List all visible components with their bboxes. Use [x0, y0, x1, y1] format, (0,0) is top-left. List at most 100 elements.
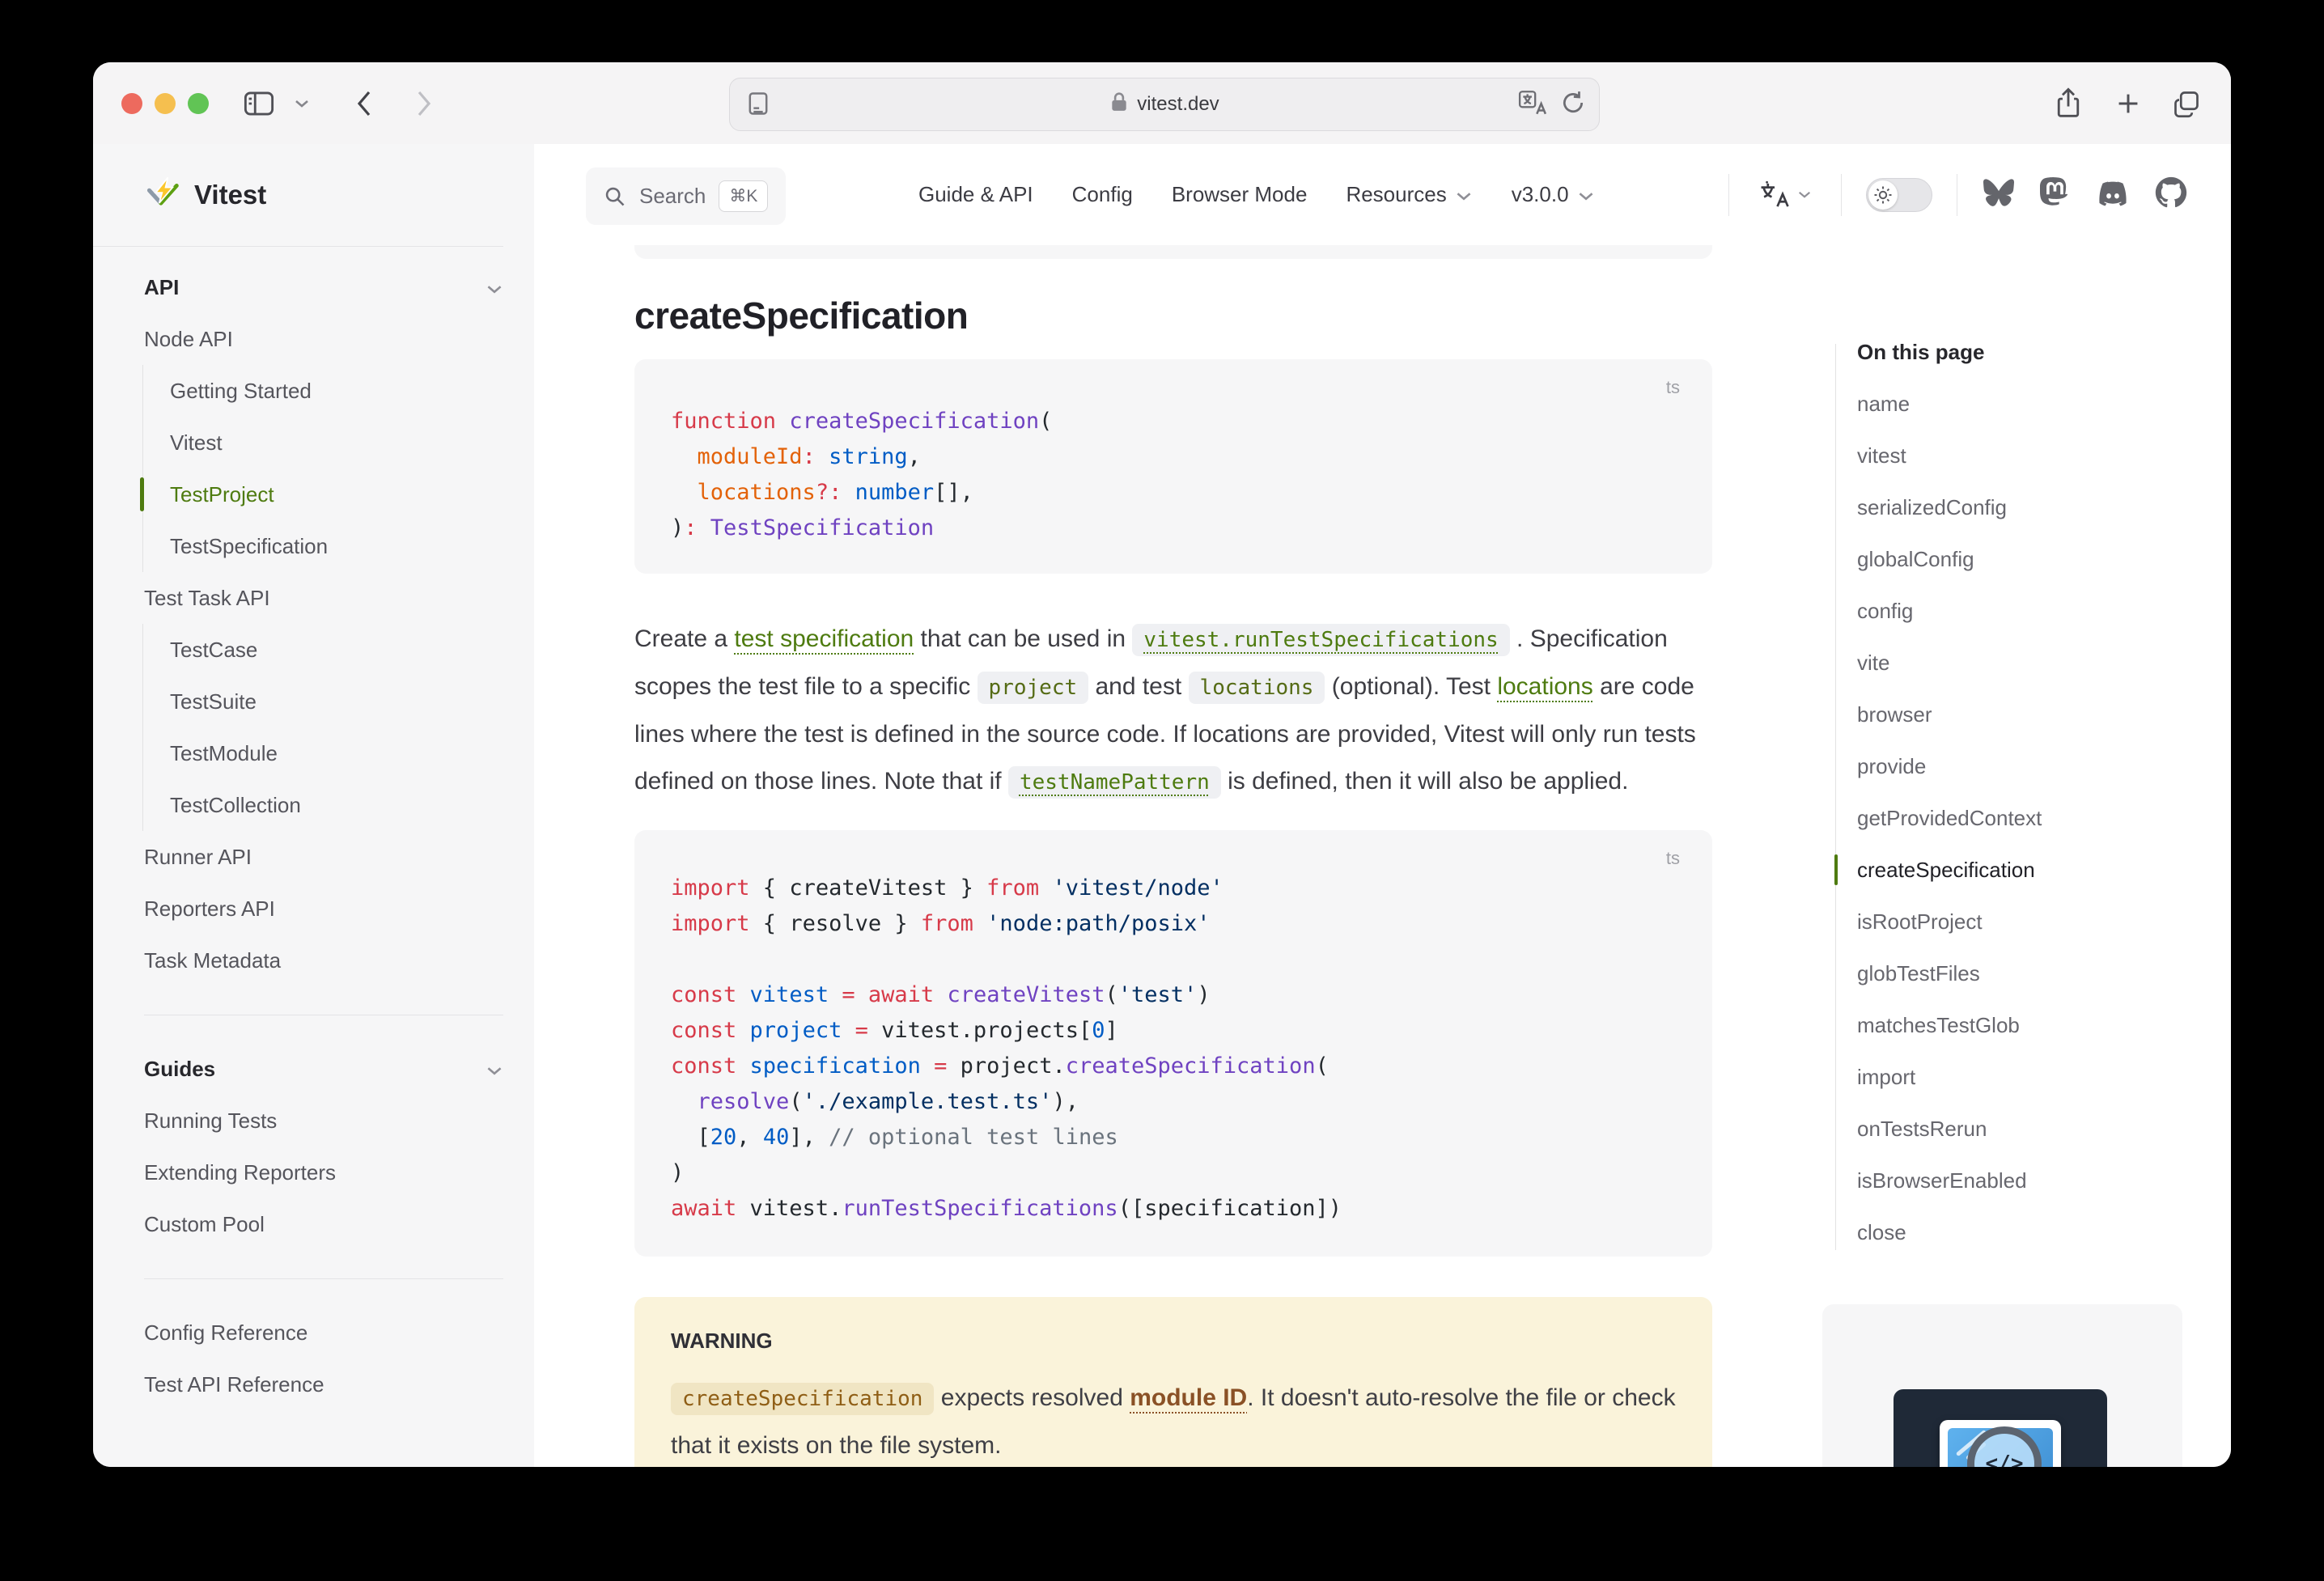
outline-item-isbrowserenabled[interactable]: isBrowserEnabled — [1857, 1155, 2224, 1206]
bluesky-link[interactable] — [1982, 177, 2016, 212]
sidebar-item-node-api[interactable]: Node API — [144, 313, 503, 365]
text-run: is defined, then it will also be applied… — [1221, 768, 1629, 795]
outline-item-getprovidedcontext[interactable]: getProvidedContext — [1857, 792, 2224, 844]
sidebar-item-testcollection[interactable]: TestCollection — [170, 779, 503, 831]
translate-page-icon[interactable] — [1518, 90, 1547, 120]
sidebar-item-custom-pool[interactable]: Custom Pool — [144, 1198, 503, 1250]
code-language-badge: ts — [1666, 377, 1680, 398]
sidebar-item-reporters-api[interactable]: Reporters API — [144, 883, 503, 935]
url-text: vitest.dev — [1137, 93, 1219, 116]
site-logo-text: Vitest — [194, 180, 266, 210]
sidebar-section-label: Guides — [144, 1057, 215, 1082]
nav-label: Resources — [1346, 182, 1446, 207]
zoom-window-button[interactable] — [188, 93, 209, 114]
mastodon-link[interactable] — [2040, 176, 2071, 213]
outline-item-globalconfig[interactable]: globalConfig — [1857, 533, 2224, 585]
minimize-window-button[interactable] — [155, 93, 176, 114]
top-nav: Guide & API Config Browser Mode Resources v3… — [918, 144, 1595, 245]
outline-item-isrootproject[interactable]: isRootProject — [1857, 896, 2224, 947]
outline-item-serializedconfig[interactable]: serializedConfig — [1857, 481, 2224, 533]
sidebar-section-label: API — [144, 275, 179, 300]
sidebar-divider — [144, 986, 503, 1043]
search-icon — [604, 185, 626, 208]
new-tab-button[interactable] — [2110, 85, 2147, 122]
sidebar-item-task-metadata[interactable]: Task Metadata — [144, 935, 503, 986]
github-link[interactable] — [2155, 176, 2187, 213]
outline-marker-track — [1835, 344, 1836, 1250]
sidebar-item-extending-reporters[interactable]: Extending Reporters — [144, 1147, 503, 1198]
share-button[interactable] — [2050, 85, 2087, 122]
outline-item-ontestsrerun[interactable]: onTestsRerun — [1857, 1103, 2224, 1155]
sidebar-item-testmodule[interactable]: TestModule — [170, 727, 503, 779]
nav-resources[interactable]: Resources — [1346, 182, 1472, 207]
outline-item-close[interactable]: close — [1857, 1206, 2224, 1258]
sidebar-item-test-api-reference[interactable]: Test API Reference — [144, 1358, 503, 1410]
forward-arrow-icon — [415, 89, 433, 118]
outline-item-globtestfiles[interactable]: globTestFiles — [1857, 947, 2224, 999]
back-button[interactable] — [346, 85, 383, 122]
nav-v3-0-0[interactable]: v3.0.0 — [1512, 182, 1595, 207]
code-block-example: ts import { createVitest } from 'vitest/… — [634, 830, 1712, 1257]
site-logo[interactable]: Vitest — [93, 144, 503, 247]
sidebar-toggle-button[interactable] — [240, 85, 278, 122]
sidebar-nav: API Node APIGetting StartedVitestTestProj… — [93, 247, 534, 1410]
sidebar-item-vitest[interactable]: Vitest — [170, 417, 503, 468]
outline-title: On this page — [1857, 326, 2224, 378]
outline-item-vite[interactable]: vite — [1857, 637, 2224, 689]
code-signature[interactable]: function createSpecification( moduleId: … — [671, 404, 1680, 546]
theme-toggle[interactable] — [1866, 178, 1932, 212]
outline-item-name[interactable]: name — [1857, 378, 2224, 430]
outline-item-createspecification[interactable]: createSpecification — [1857, 844, 2224, 896]
site-header: Search ⌘K Guide & API Config Browser Mode R… — [534, 144, 2231, 246]
text-run: Create a — [634, 625, 734, 652]
sidebar-item-running-tests[interactable]: Running Tests — [144, 1095, 503, 1147]
sponsor-ad-image: </> — [1894, 1389, 2107, 1467]
reload-icon[interactable] — [1560, 90, 1586, 120]
nav-browser-mode[interactable]: Browser Mode — [1172, 182, 1308, 207]
sidebar-item-getting-started[interactable]: Getting Started — [170, 365, 503, 417]
outline-item-provide[interactable]: provide — [1857, 740, 2224, 792]
outline-item-matchestestglob[interactable]: matchesTestGlob — [1857, 999, 2224, 1051]
inline-link[interactable]: vitest.runTestSpecifications — [1132, 624, 1509, 656]
code-example[interactable]: import { createVitest } from 'vitest/nod… — [671, 871, 1680, 1227]
browser-window: vitest.dev — [93, 62, 2231, 1467]
inline-link[interactable]: module ID — [1130, 1384, 1247, 1411]
inline-link[interactable]: testNamePattern — [1008, 766, 1221, 799]
text-run: expects resolved — [934, 1384, 1130, 1411]
sidebar-nested-group: TestCaseTestSuiteTestModuleTestCollectio… — [142, 624, 503, 831]
outline-item-import[interactable]: import — [1857, 1051, 2224, 1103]
back-arrow-icon — [355, 89, 373, 118]
sidebar-item-testcase[interactable]: TestCase — [170, 624, 503, 676]
close-window-button[interactable] — [121, 93, 142, 114]
chevron-down-icon — [1797, 190, 1812, 199]
outline-item-browser[interactable]: browser — [1857, 689, 2224, 740]
github-icon — [2155, 176, 2187, 209]
sidebar-item-test-task-api[interactable]: Test Task API — [144, 572, 503, 624]
sidebar-item-testsuite[interactable]: TestSuite — [170, 676, 503, 727]
sidebar-section-api[interactable]: API — [144, 261, 503, 313]
sidebar-item-config-reference[interactable]: Config Reference — [144, 1307, 503, 1358]
nav-config[interactable]: Config — [1072, 182, 1133, 207]
tab-overview-button[interactable] — [2168, 85, 2205, 122]
sidebar-item-runner-api[interactable]: Runner API — [144, 831, 503, 883]
discord-link[interactable] — [2095, 178, 2131, 211]
search-shortcut-badge: ⌘K — [719, 180, 768, 212]
forward-button[interactable] — [405, 85, 443, 122]
discord-icon — [2095, 178, 2131, 207]
monitor-illustration: </> — [1940, 1420, 2061, 1467]
sidebar-section-guides[interactable]: Guides — [144, 1043, 503, 1095]
sidebar-item-testspecification[interactable]: TestSpecification — [170, 520, 503, 572]
sidebar-item-testproject[interactable]: TestProject — [170, 468, 503, 520]
language-menu-button[interactable] — [1754, 180, 1817, 210]
url-bar[interactable]: vitest.dev — [729, 78, 1600, 131]
nav-guide-api[interactable]: Guide & API — [918, 182, 1033, 207]
search-button[interactable]: Search ⌘K — [586, 167, 786, 225]
inline-link[interactable]: locations — [1497, 673, 1592, 700]
on-this-page-outline: On this page namevitestserializedConfigg… — [1835, 326, 2224, 1258]
page-title: createSpecification — [634, 293, 1712, 338]
outline-item-config[interactable]: config — [1857, 585, 2224, 637]
inline-link[interactable]: test specification — [734, 625, 914, 652]
sidebar-menu-chevron[interactable] — [290, 85, 314, 122]
outline-item-vitest[interactable]: vitest — [1857, 430, 2224, 481]
sponsor-ad-card[interactable]: </> — [1822, 1304, 2182, 1467]
